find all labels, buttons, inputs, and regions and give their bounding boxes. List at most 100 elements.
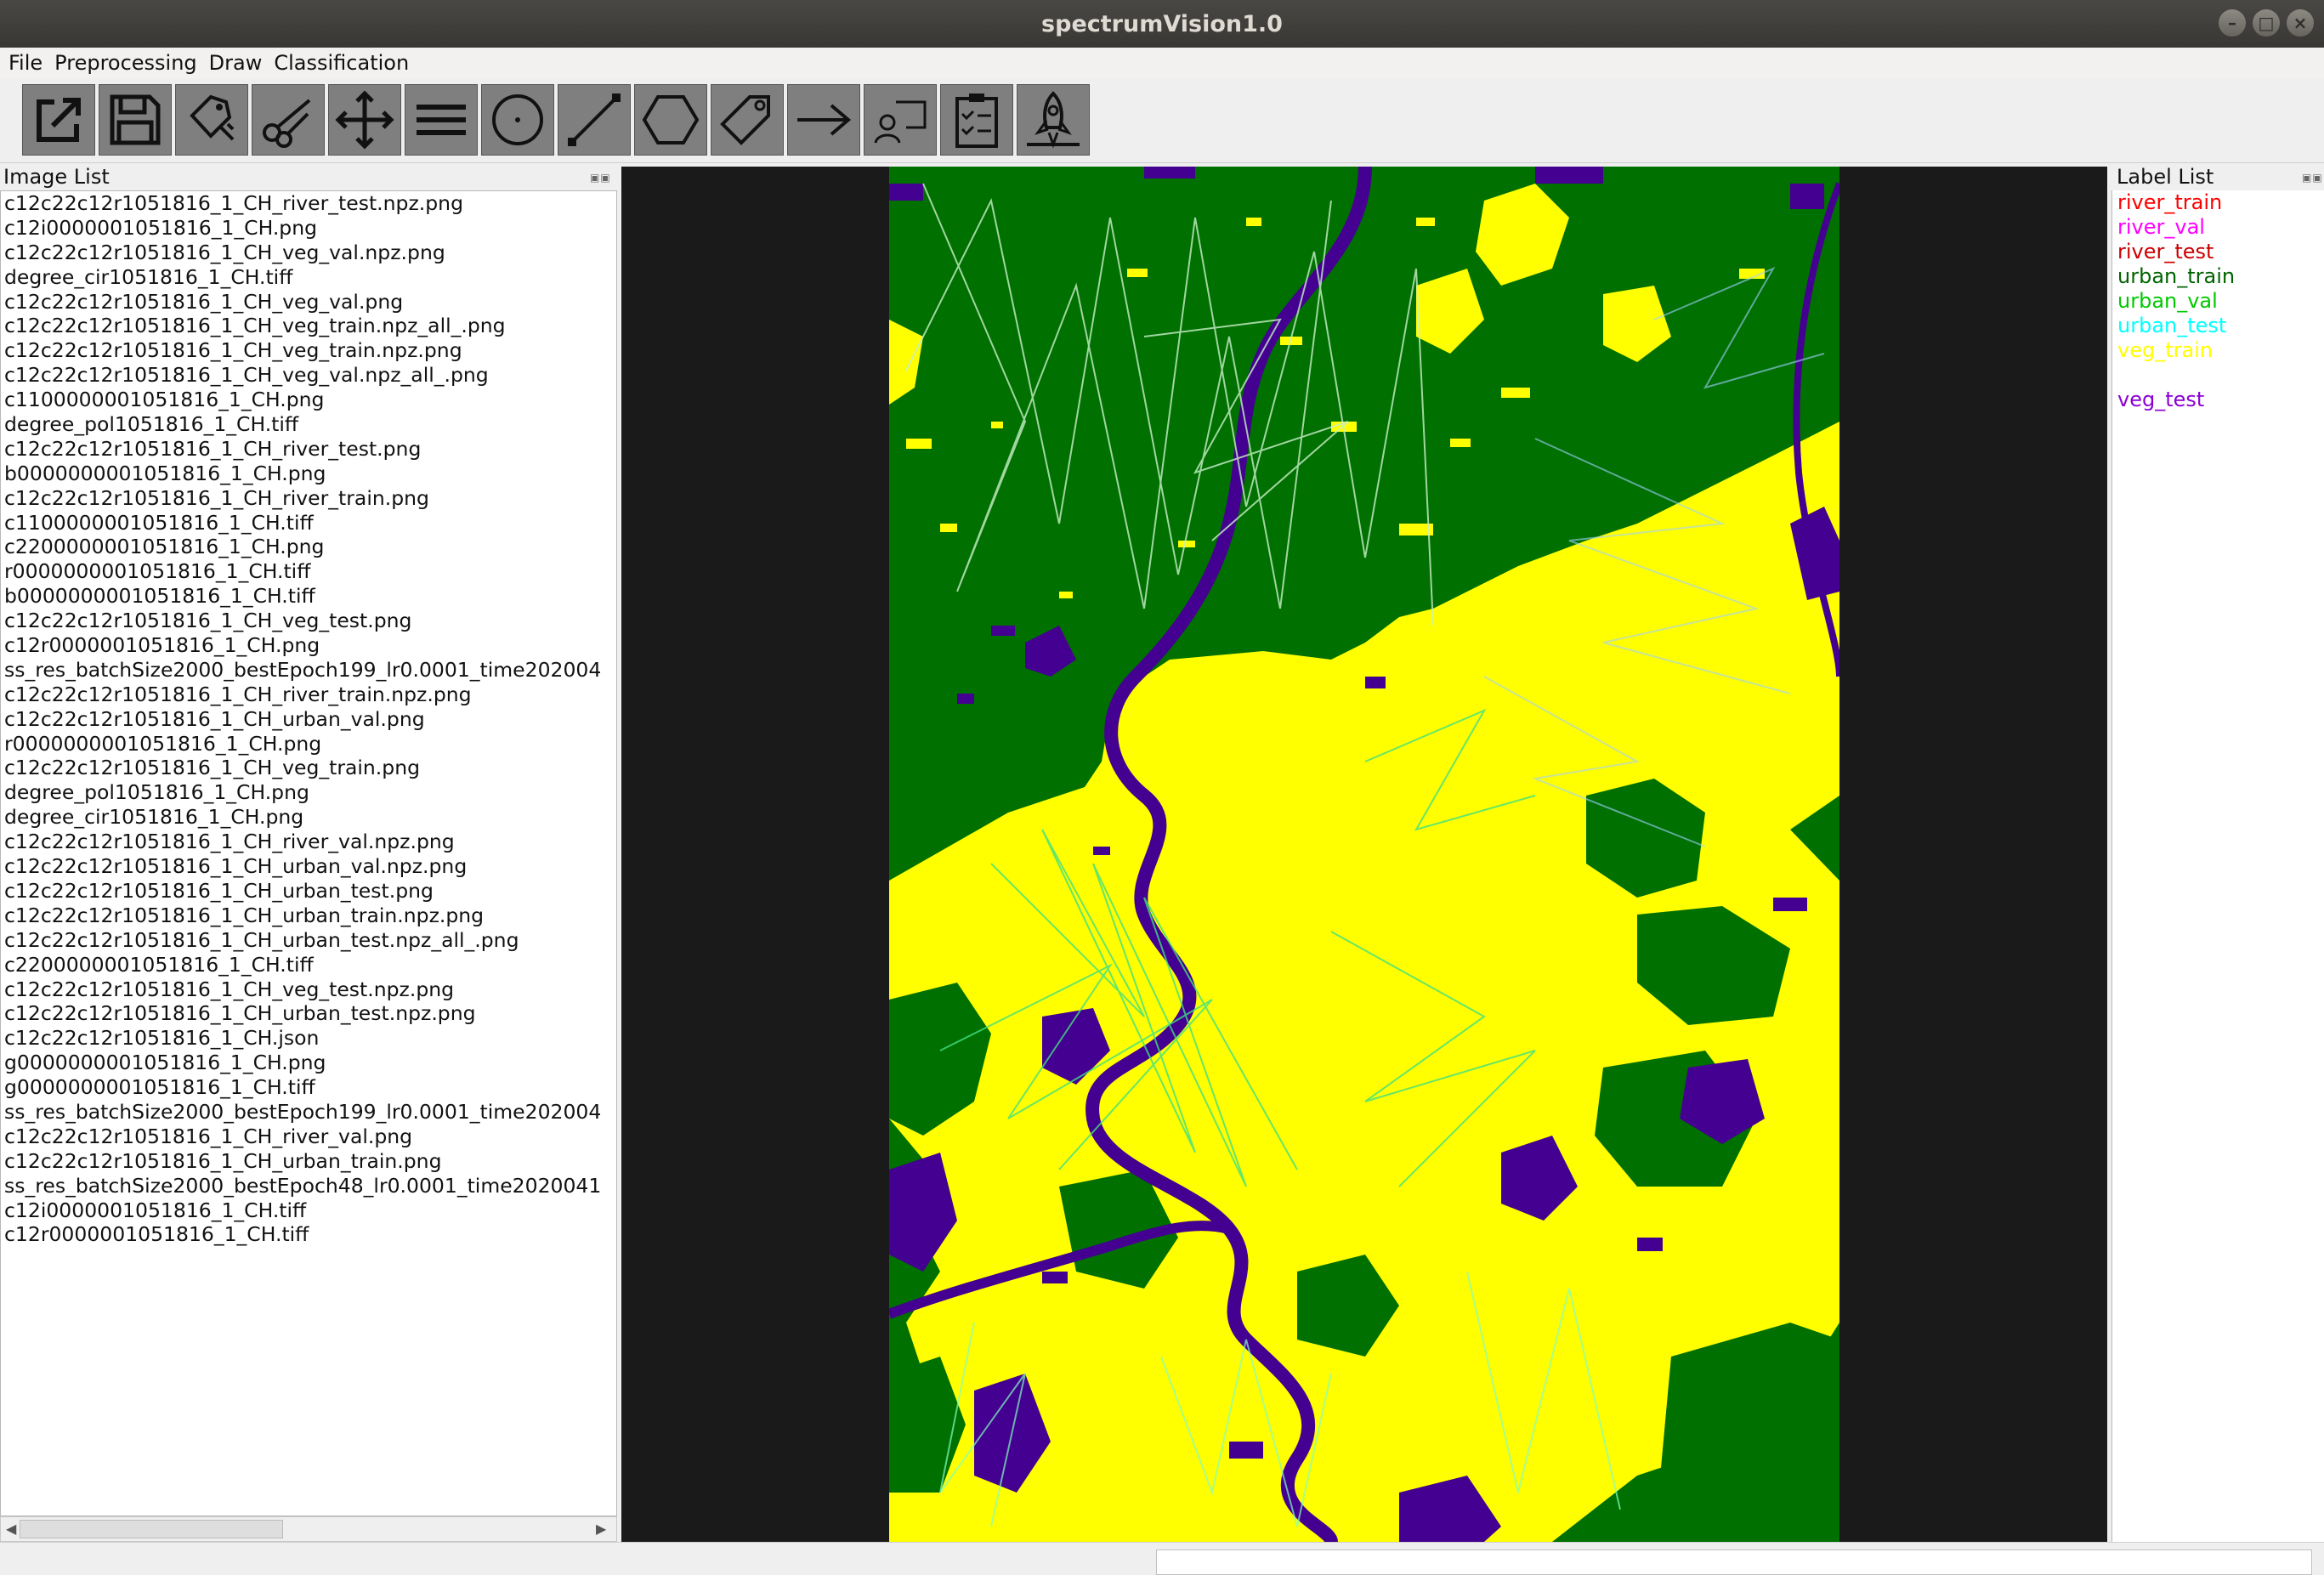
label-list-item[interactable]: urban_test xyxy=(2112,314,2324,338)
label-list-dock-controls[interactable]: ▣▣ xyxy=(2302,172,2323,184)
hexagon-icon xyxy=(642,95,700,144)
menu-classification[interactable]: Classification xyxy=(274,51,409,75)
move-button[interactable] xyxy=(328,84,401,156)
image-list-item[interactable]: c12c22c12r1051816_1_CH_urban_val.png xyxy=(1,707,616,732)
line-icon xyxy=(568,93,621,146)
scroll-left-icon[interactable]: ◀ xyxy=(6,1521,16,1537)
image-list-item[interactable]: c1100000001051816_1_CH.png xyxy=(1,388,616,412)
polygon-button[interactable] xyxy=(634,84,707,156)
image-list-item[interactable]: c12c22c12r1051816_1_CH_veg_val.png xyxy=(1,290,616,314)
image-list-item[interactable]: c12c22c12r1051816_1_CH_veg_val.npz_all_.… xyxy=(1,363,616,388)
window-title: spectrumVision1.0 xyxy=(1041,10,1283,37)
label-list-item[interactable]: river_val xyxy=(2112,215,2324,240)
scrollbar-thumb[interactable] xyxy=(20,1520,283,1538)
scissors-icon xyxy=(263,99,311,148)
arrow-button[interactable] xyxy=(787,84,860,156)
image-list-item[interactable]: c12c22c12r1051816_1_CH_river_val.npz.png xyxy=(1,830,616,854)
user-icon xyxy=(874,100,927,144)
image-list-item[interactable]: c12i0000001051816_1_CH.tiff xyxy=(1,1198,616,1223)
image-list-item[interactable]: c12c22c12r1051816_1_CH_veg_train.npz_all… xyxy=(1,314,616,338)
circle-icon xyxy=(492,94,543,145)
image-list-item[interactable]: degree_cir1051816_1_CH.tiff xyxy=(1,265,616,290)
image-list-item[interactable]: g0000000001051816_1_CH.tiff xyxy=(1,1075,616,1100)
label-list-item[interactable]: river_train xyxy=(2112,190,2324,215)
image-list-item[interactable]: ss_res_batchSize2000_bestEpoch48_lr0.000… xyxy=(1,1174,616,1198)
label-list-item[interactable]: veg_test xyxy=(2112,388,2324,412)
image-list-item[interactable]: c12c22c12r1051816_1_CH_urban_test.npz_al… xyxy=(1,928,616,953)
image-list-item[interactable]: c2200000001051816_1_CH.png xyxy=(1,535,616,559)
classification-map-image xyxy=(889,167,1839,1542)
image-list-item[interactable]: c12c22c12r1051816_1_CH_river_val.png xyxy=(1,1125,616,1149)
image-list-item[interactable]: degree_cir1051816_1_CH.png xyxy=(1,805,616,830)
image-list-item[interactable]: c12r0000001051816_1_CH.tiff xyxy=(1,1222,616,1247)
tag-edit-button[interactable] xyxy=(175,84,248,156)
label-list-item[interactable]: veg_train xyxy=(2112,338,2324,363)
scissors-button[interactable] xyxy=(252,84,325,156)
image-list-item[interactable]: c12c22c12r1051816_1_CH.json xyxy=(1,1026,616,1051)
label-list-item[interactable]: urban_val xyxy=(2112,289,2324,314)
image-list-item[interactable]: c12c22c12r1051816_1_CH_river_train.npz.p… xyxy=(1,683,616,707)
label-list: river_train river_val river_test urban_trai… xyxy=(2111,190,2324,1542)
menu-file[interactable]: File xyxy=(9,51,43,75)
image-list-item[interactable]: c12c22c12r1051816_1_CH_river_test.png xyxy=(1,437,616,462)
image-list-item[interactable]: r0000000001051816_1_CH.tiff xyxy=(1,559,616,584)
image-list-item[interactable]: c12c22c12r1051816_1_CH_river_train.png xyxy=(1,486,616,511)
status-bar xyxy=(0,1542,2324,1575)
menu-draw[interactable]: Draw xyxy=(209,51,263,75)
image-list-item[interactable]: c2200000001051816_1_CH.tiff xyxy=(1,953,616,977)
image-list-item[interactable]: c12r0000001051816_1_CH.png xyxy=(1,633,616,658)
image-list-item[interactable]: ss_res_batchSize2000_bestEpoch199_lr0.00… xyxy=(1,658,616,683)
classification-map[interactable] xyxy=(889,167,1839,1542)
image-list-title: Image List xyxy=(3,165,110,189)
image-list-item[interactable]: c12c22c12r1051816_1_CH_urban_train.npz.p… xyxy=(1,904,616,928)
save-button[interactable] xyxy=(99,84,172,156)
image-list-item[interactable]: b0000000001051816_1_CH.png xyxy=(1,462,616,486)
label-list-item[interactable] xyxy=(2112,363,2324,388)
image-list-item[interactable]: c12c22c12r1051816_1_CH_urban_train.png xyxy=(1,1149,616,1174)
image-list-item[interactable]: c12c22c12r1051816_1_CH_veg_test.png xyxy=(1,609,616,633)
circle-button[interactable] xyxy=(481,84,554,156)
run-button[interactable] xyxy=(1017,84,1090,156)
open-button[interactable] xyxy=(22,84,95,156)
image-list-item[interactable]: c12c22c12r1051816_1_CH_urban_val.npz.png xyxy=(1,854,616,879)
scroll-right-icon[interactable]: ▶ xyxy=(596,1521,606,1537)
move-icon xyxy=(335,90,394,150)
clipboard-button[interactable] xyxy=(940,84,1013,156)
image-list-item[interactable]: c12c22c12r1051816_1_CH_veg_test.npz.png xyxy=(1,977,616,1002)
label-list-title: Label List xyxy=(2117,165,2214,189)
minimize-button[interactable]: – xyxy=(2219,9,2246,37)
line-button[interactable] xyxy=(558,84,631,156)
image-list-item[interactable]: c1100000001051816_1_CH.tiff xyxy=(1,511,616,535)
status-field xyxy=(1156,1550,2312,1575)
image-list-scrollbar[interactable]: ◀ ▶ xyxy=(0,1516,617,1542)
image-list-item[interactable]: c12c22c12r1051816_1_CH_urban_test.png xyxy=(1,879,616,904)
close-button[interactable]: × xyxy=(2287,9,2314,37)
image-list-item[interactable]: r0000000001051816_1_CH.png xyxy=(1,732,616,756)
menu-bar: File Preprocessing Draw Classification xyxy=(0,48,2324,78)
lines-button[interactable] xyxy=(405,84,478,156)
tag-icon xyxy=(720,95,770,145)
image-list-item[interactable]: degree_pol1051816_1_CH.tiff xyxy=(1,412,616,437)
image-list-item[interactable]: degree_pol1051816_1_CH.png xyxy=(1,780,616,805)
user-button[interactable] xyxy=(864,84,937,156)
image-list-dock-controls[interactable]: ▣▣ xyxy=(590,172,611,184)
image-list-item[interactable]: c12c22c12r1051816_1_CH_urban_test.npz.pn… xyxy=(1,1001,616,1026)
tag-edit-icon xyxy=(190,94,235,141)
image-list-item[interactable]: ss_res_batchSize2000_bestEpoch199_lr0.00… xyxy=(1,1100,616,1125)
menu-preprocessing[interactable]: Preprocessing xyxy=(54,51,197,75)
clipboard-icon xyxy=(955,93,998,148)
arrow-icon xyxy=(797,104,852,136)
image-list-item[interactable]: c12c22c12r1051816_1_CH_veg_train.png xyxy=(1,756,616,780)
image-list-item[interactable]: c12c22c12r1051816_1_CH_river_test.npz.pn… xyxy=(1,191,616,216)
window-titlebar: spectrumVision1.0 – □ × xyxy=(0,0,2324,48)
label-list-item[interactable]: river_test xyxy=(2112,240,2324,264)
image-list-item[interactable]: g0000000001051816_1_CH.png xyxy=(1,1051,616,1075)
label-list-item[interactable]: urban_train xyxy=(2112,264,2324,289)
image-list-item[interactable]: c12i0000001051816_1_CH.png xyxy=(1,216,616,241)
image-list-item[interactable]: b0000000001051816_1_CH.tiff xyxy=(1,584,616,609)
image-list-item[interactable]: c12c22c12r1051816_1_CH_veg_train.npz.png xyxy=(1,338,616,363)
save-icon xyxy=(110,94,161,145)
tag-button[interactable] xyxy=(711,84,784,156)
maximize-button[interactable]: □ xyxy=(2253,9,2280,37)
image-list-item[interactable]: c12c22c12r1051816_1_CH_veg_val.npz.png xyxy=(1,241,616,265)
